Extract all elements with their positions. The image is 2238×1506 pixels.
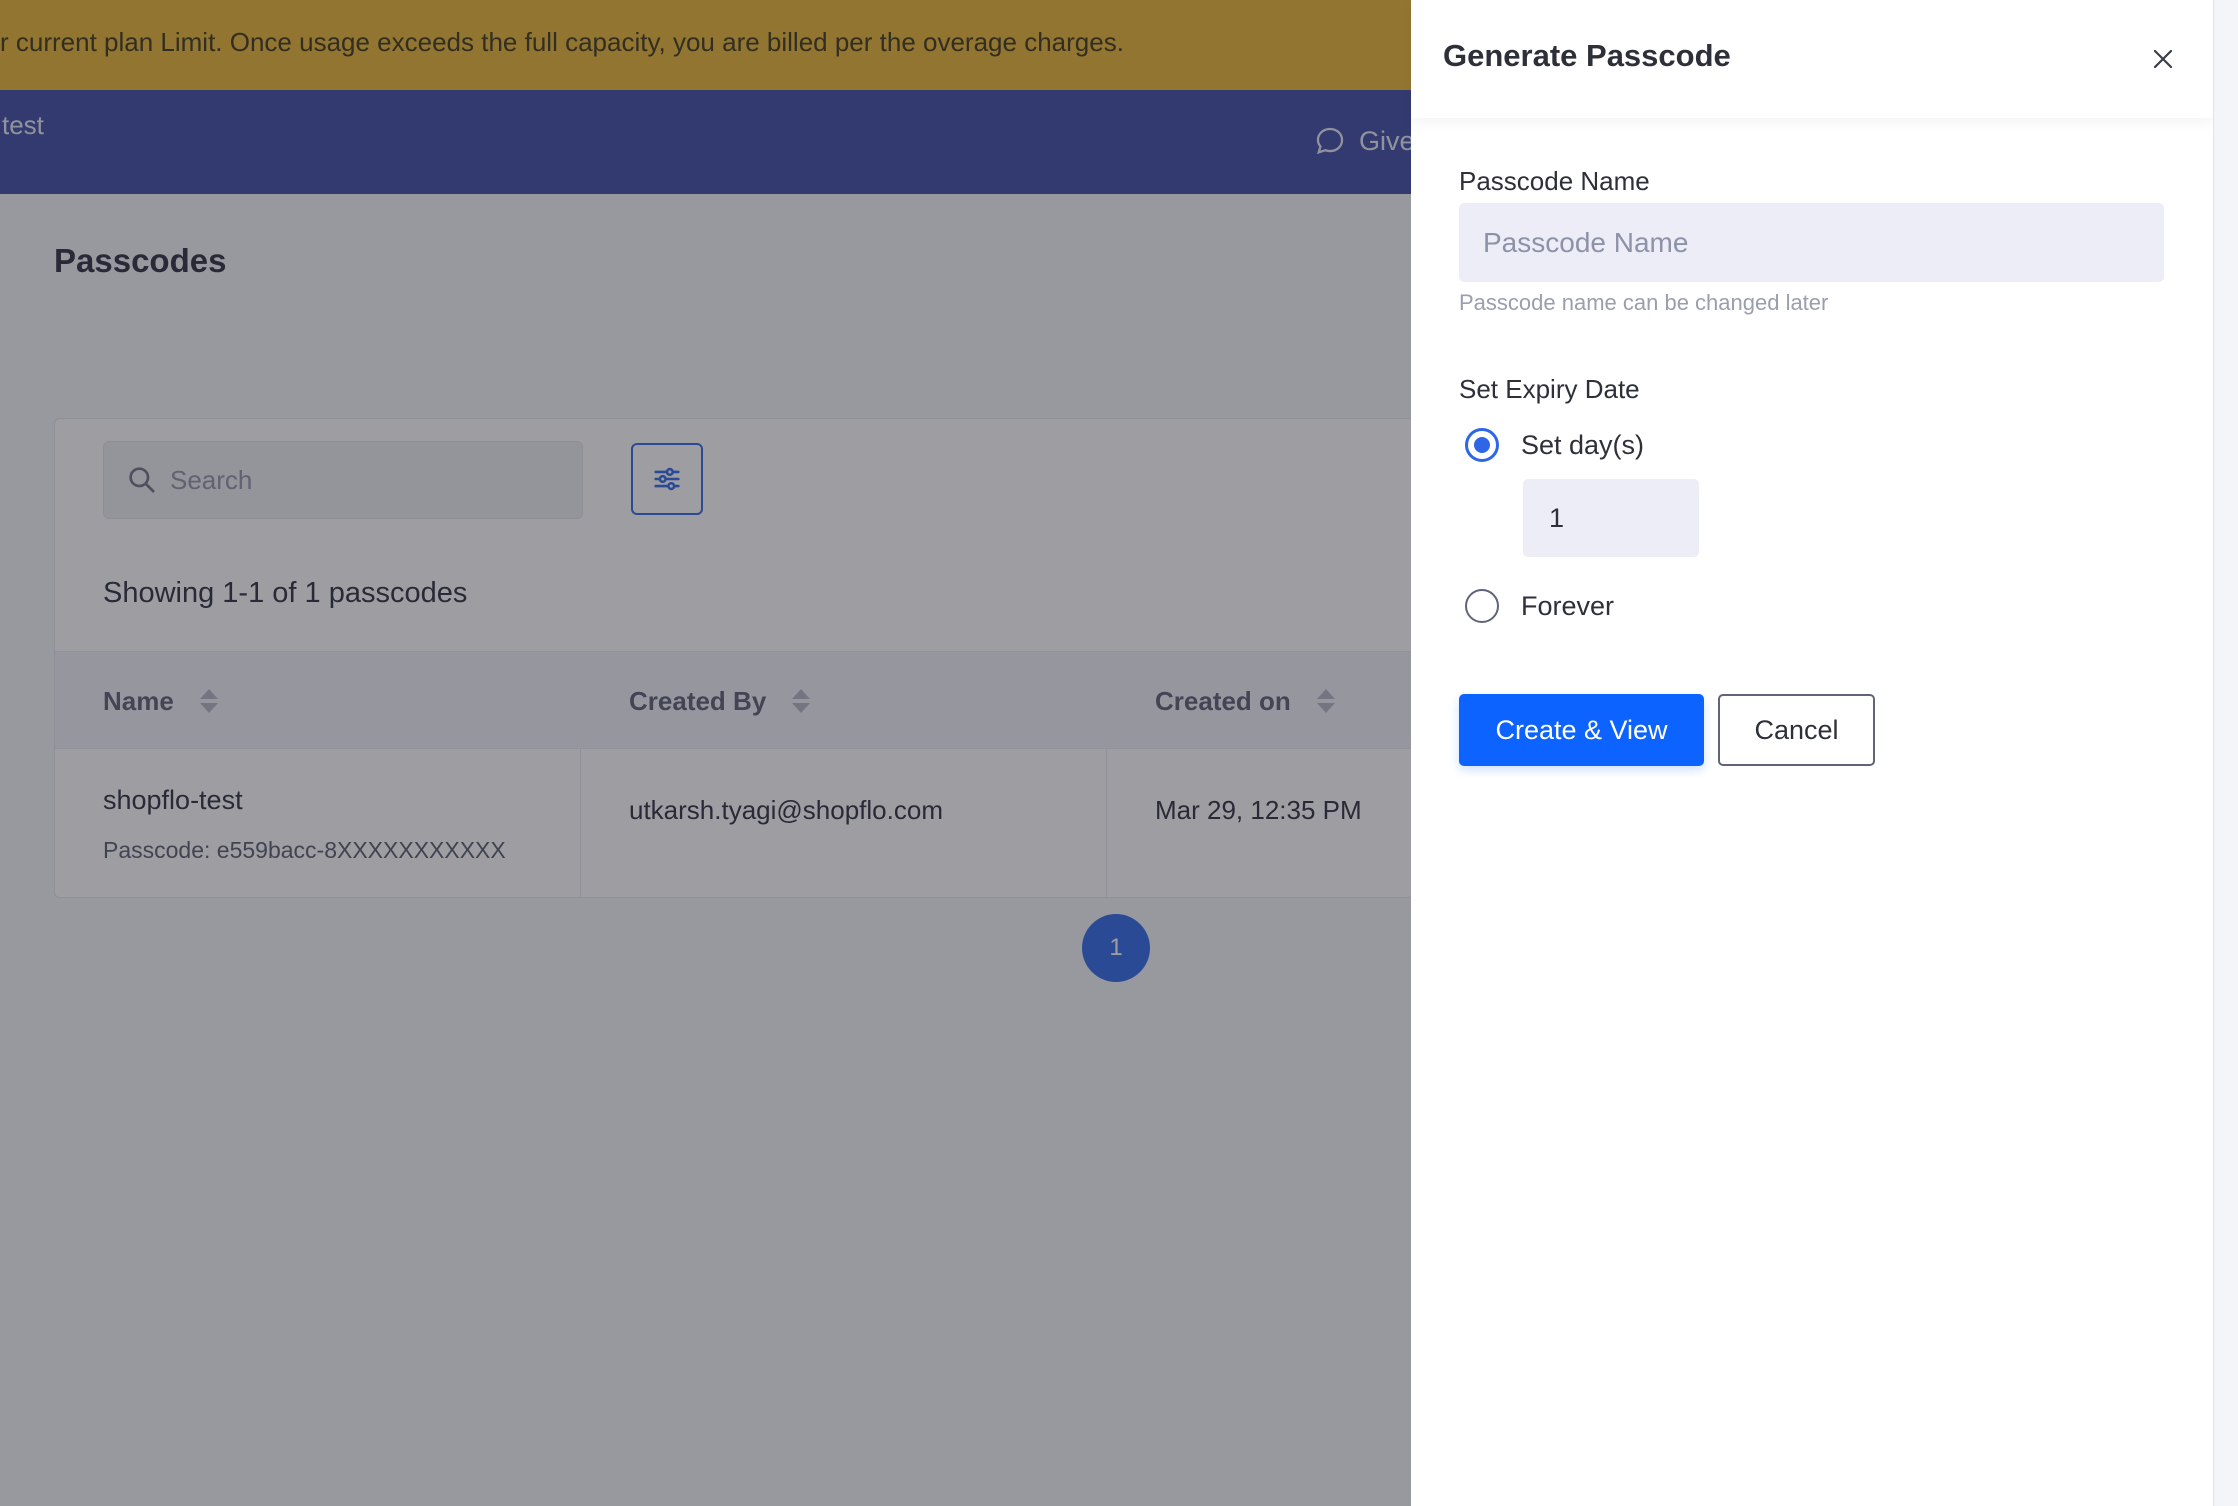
radio-button-selected[interactable]: [1465, 428, 1499, 462]
cancel-button[interactable]: Cancel: [1718, 694, 1875, 766]
drawer-header: Generate Passcode: [1411, 0, 2213, 118]
radio-set-days[interactable]: Set day(s): [1465, 428, 1644, 462]
radio-button-unselected[interactable]: [1465, 589, 1499, 623]
passcode-name-input[interactable]: [1459, 203, 2164, 282]
radio-set-days-label: Set day(s): [1521, 429, 1645, 460]
scrollbar-track[interactable]: [2213, 0, 2238, 1506]
modal-backdrop[interactable]: [0, 0, 1411, 1506]
app-root: r current plan Limit. Once usage exceeds…: [0, 0, 2238, 1506]
days-input[interactable]: [1523, 479, 1699, 557]
close-button[interactable]: [2148, 44, 2178, 74]
close-icon: [2153, 49, 2173, 69]
expiry-date-label: Set Expiry Date: [1459, 374, 1640, 404]
generate-passcode-drawer: Generate Passcode Passcode Name Passcode…: [1411, 0, 2213, 1506]
passcode-name-helper: Passcode name can be changed later: [1459, 290, 1829, 315]
passcode-name-label: Passcode Name: [1459, 166, 1650, 196]
drawer-title: Generate Passcode: [1443, 38, 1731, 73]
radio-forever[interactable]: Forever: [1465, 589, 1614, 623]
radio-forever-label: Forever: [1521, 590, 1615, 621]
create-and-view-button[interactable]: Create & View: [1459, 694, 1704, 766]
